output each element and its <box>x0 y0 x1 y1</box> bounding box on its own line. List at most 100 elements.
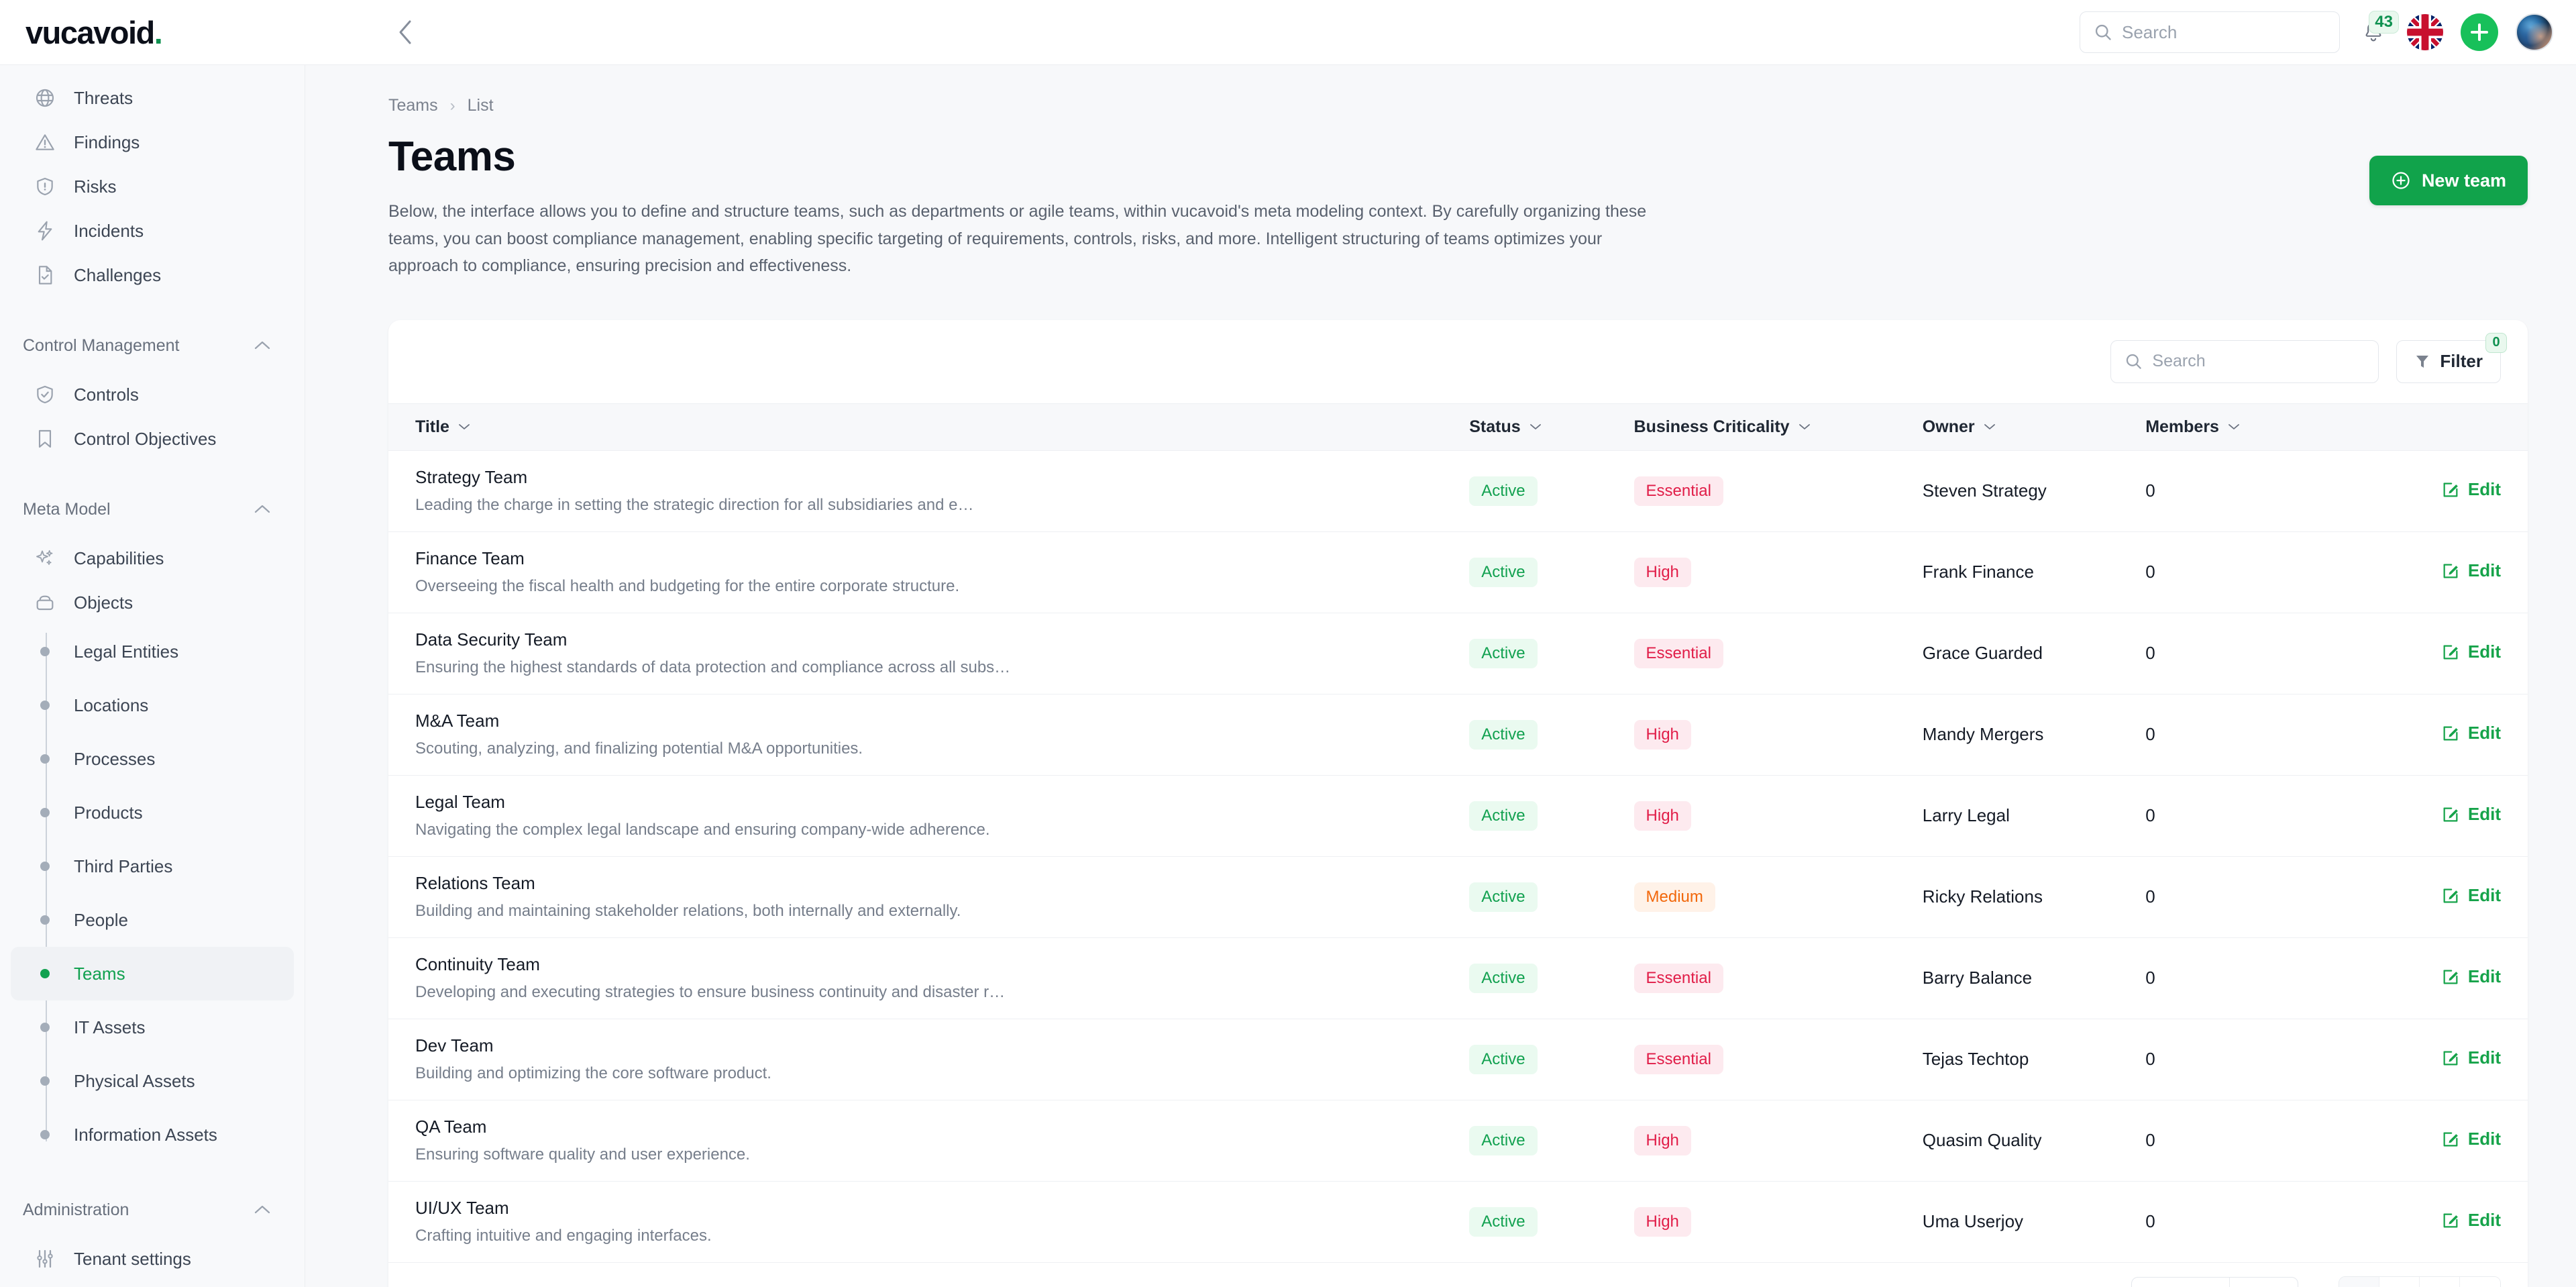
next-page-button[interactable] <box>2460 1276 2500 1287</box>
cell-business-criticality: High <box>1633 1181 1923 1262</box>
column-header-members[interactable]: Members <box>2145 403 2330 451</box>
tree-bullet-icon <box>34 1076 56 1086</box>
edit-button[interactable]: Edit <box>2330 966 2528 987</box>
sidebar-item-controls[interactable]: Controls <box>11 372 294 417</box>
pagination: 1 2 3 <box>2339 1276 2501 1287</box>
table-search-input[interactable] <box>2152 352 2365 371</box>
status-badge: Active <box>1469 638 1538 668</box>
teams-table: Title Status Business Criticality Owner … <box>388 403 2528 1263</box>
table-row[interactable]: Dev Team Building and optimizing the core… <box>388 1019 2528 1100</box>
team-title: Relations Team <box>415 873 535 893</box>
edit-button[interactable]: Edit <box>2330 1210 2528 1231</box>
sidebar-collapse-button[interactable] <box>390 17 421 48</box>
table-row[interactable]: Strategy Team Leading the charge in setti… <box>388 450 2528 531</box>
status-badge: Active <box>1469 557 1538 587</box>
uk-flag-icon[interactable] <box>2407 14 2443 50</box>
table-row[interactable]: Relations Team Building and maintaining s… <box>388 856 2528 937</box>
edit-button[interactable]: Edit <box>2330 560 2528 581</box>
column-header-business-criticality[interactable]: Business Criticality <box>1633 403 1923 451</box>
sidebar-item-third-parties[interactable]: Third Parties <box>11 839 294 893</box>
sidebar-item-it-assets[interactable]: IT Assets <box>11 1000 294 1054</box>
sidebar-item-information-assets[interactable]: Information Assets <box>11 1108 294 1162</box>
table-row[interactable]: Legal Team Navigating the complex legal l… <box>388 775 2528 856</box>
edit-button[interactable]: Edit <box>2330 885 2528 906</box>
sidebar-item-legal-entities[interactable]: Legal Entities <box>11 625 294 678</box>
chevron-down-icon <box>1983 422 1996 431</box>
sidebar-item-products[interactable]: Products <box>11 786 294 839</box>
app-logo[interactable]: vucavoid. <box>25 14 163 51</box>
sidebar-item-challenges[interactable]: Challenges <box>11 253 294 297</box>
pencil-square-icon <box>2441 480 2460 499</box>
table-row[interactable]: M&A Team Scouting, analyzing, and finaliz… <box>388 694 2528 775</box>
logo-text: vucavoid <box>25 14 155 50</box>
column-header-title[interactable]: Title <box>388 403 1470 451</box>
teams-table-card: Filter 0 Title Status <box>388 319 2528 1287</box>
cell-business-criticality: High <box>1633 1100 1923 1181</box>
cell-actions: Edit <box>2330 775 2528 856</box>
edit-button[interactable]: Edit <box>2330 1047 2528 1068</box>
sidebar-item-incidents[interactable]: Incidents <box>11 209 294 253</box>
per-page-selector[interactable]: Per page 10 <box>2131 1276 2298 1287</box>
sidebar-item-processes[interactable]: Processes <box>11 732 294 786</box>
sidebar-item-tenant-settings[interactable]: Tenant settings <box>11 1237 294 1281</box>
sidebar-section-administration[interactable]: Administration <box>0 1183 305 1237</box>
sidebar-item-locations[interactable]: Locations <box>11 678 294 732</box>
sidebar-item-control-objectives[interactable]: Control Objectives <box>11 417 294 461</box>
edit-button[interactable]: Edit <box>2330 723 2528 743</box>
column-label: Members <box>2145 417 2219 436</box>
global-search-input[interactable] <box>2122 21 2326 43</box>
tree-bullet-icon <box>34 647 56 656</box>
edit-button[interactable]: Edit <box>2330 1129 2528 1149</box>
breadcrumb: Teams › List <box>337 96 2544 115</box>
quick-add-button[interactable] <box>2461 13 2498 51</box>
sidebar-section-meta-model[interactable]: Meta Model <box>0 482 305 536</box>
sidebar-section-control-management[interactable]: Control Management <box>0 319 305 372</box>
column-header-owner[interactable]: Owner <box>1922 403 2146 451</box>
sidebar: Threats Findings Risks Incidents Challen… <box>0 65 305 1287</box>
cell-business-criticality: Essential <box>1633 1019 1923 1100</box>
table-row[interactable]: Data Security Team Ensuring the highest s… <box>388 613 2528 694</box>
table-row[interactable]: UI/UX Team Crafting intuitive and engagin… <box>388 1181 2528 1262</box>
sidebar-item-risks[interactable]: Risks <box>11 164 294 209</box>
new-team-button[interactable]: New team <box>2369 156 2528 205</box>
sidebar-item-teams[interactable]: Teams <box>11 947 294 1000</box>
column-header-status[interactable]: Status <box>1469 403 1634 451</box>
chevron-right-icon: › <box>449 96 455 115</box>
edit-button[interactable]: Edit <box>2330 479 2528 500</box>
global-search[interactable] <box>2080 11 2340 53</box>
breadcrumb-item-teams[interactable]: Teams <box>388 96 438 115</box>
sidebar-item-people[interactable]: People <box>11 893 294 947</box>
cell-owner: Grace Guarded <box>1922 643 2043 663</box>
filter-button[interactable]: Filter 0 <box>2396 332 2507 383</box>
sidebar-item-threats[interactable]: Threats <box>11 76 294 120</box>
table-row[interactable]: QA Team Ensuring software quality and use… <box>388 1100 2528 1181</box>
table-row[interactable]: Continuity Team Developing and executing … <box>388 937 2528 1019</box>
page-button-2[interactable]: 2 <box>2379 1276 2420 1287</box>
table-body: Strategy Team Leading the charge in setti… <box>388 450 2528 1262</box>
sidebar-item-findings[interactable]: Findings <box>11 120 294 164</box>
notifications-button[interactable]: 43 <box>2357 11 2399 48</box>
team-description: Overseeing the fiscal health and budgeti… <box>415 577 960 595</box>
sidebar-item-objects[interactable]: Objects <box>11 580 294 625</box>
per-page-value[interactable]: 10 <box>2229 1277 2298 1287</box>
cell-owner: Uma Userjoy <box>1922 1211 2024 1231</box>
page-button-1[interactable]: 1 <box>2339 1276 2379 1287</box>
status-badge: Active <box>1469 1206 1538 1237</box>
edit-label: Edit <box>2467 641 2501 662</box>
cell-owner: Ricky Relations <box>1922 886 2043 907</box>
breadcrumb-item-list[interactable]: List <box>468 96 494 115</box>
page-button-3[interactable]: 3 <box>2420 1276 2460 1287</box>
status-badge: Active <box>1469 882 1538 912</box>
cell-business-criticality: Essential <box>1633 613 1923 694</box>
team-description: Leading the charge in setting the strate… <box>415 496 974 514</box>
sliders-icon <box>34 1247 56 1270</box>
edit-button[interactable]: Edit <box>2330 804 2528 825</box>
sidebar-item-user-management[interactable]: User Management <box>11 1281 294 1287</box>
table-row[interactable]: Finance Team Overseeing the fiscal health… <box>388 531 2528 613</box>
table-search[interactable] <box>2110 340 2379 383</box>
edit-button[interactable]: Edit <box>2330 641 2528 662</box>
sidebar-item-capabilities[interactable]: Capabilities <box>11 536 294 580</box>
cell-members: 0 <box>2145 968 2155 988</box>
avatar[interactable] <box>2516 13 2553 51</box>
sidebar-item-physical-assets[interactable]: Physical Assets <box>11 1054 294 1108</box>
